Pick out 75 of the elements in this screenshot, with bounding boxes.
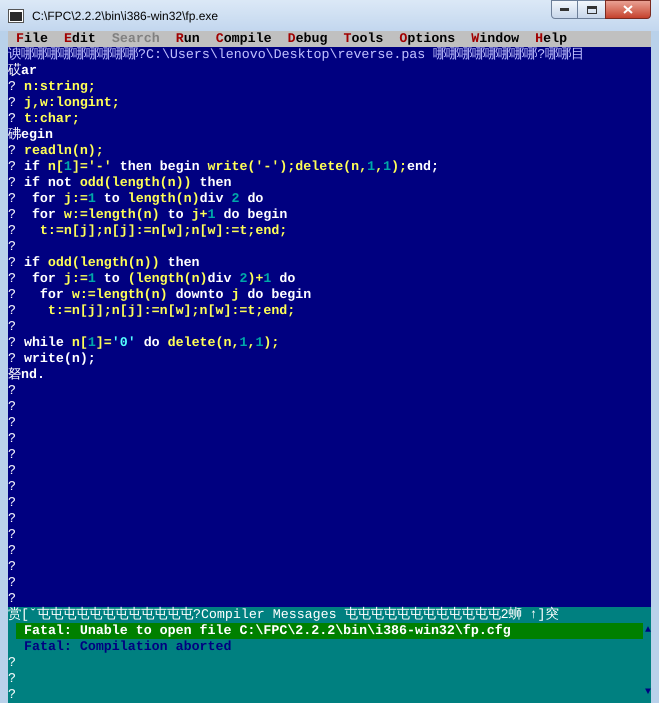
gutter-mark: ? (8, 655, 16, 671)
gutter-mark: ? (8, 223, 16, 239)
gutter-mark: ? (8, 271, 16, 287)
gutter-mark: ? (8, 511, 16, 527)
gutter-mark: ? (8, 143, 16, 159)
gutter-mark: ? (8, 207, 16, 223)
code-line: for w:=length(n) to j+1 do begin (30, 207, 288, 223)
code-line: j,w:longint; (22, 95, 120, 111)
gutter-mark: ? (8, 159, 16, 175)
gutter-mark: ? (8, 431, 16, 447)
menu-item[interactable]: Compile (216, 31, 272, 47)
code-line: ar (21, 63, 37, 79)
messages-title: 赏[ˇ屯屯屯屯屯屯屯屯屯屯屯屯?Compiler Messages 屯屯屯屯屯屯屯屯屯屯屯屯2蛳 ↑]突 (8, 607, 560, 623)
menu-item[interactable]: Options (399, 31, 456, 47)
window-title: C:\FPC\2.2.2\bin\i386-win32\fp.exe (32, 8, 218, 24)
menu-item[interactable]: Run (176, 31, 200, 47)
gutter-mark: 砩 (8, 127, 21, 143)
code-line: write(n); (22, 351, 96, 367)
gutter-mark: ? (8, 575, 16, 591)
gutter-mark: ? (8, 527, 16, 543)
gutter-mark: ? (8, 559, 16, 575)
menu-item[interactable]: Window (471, 31, 520, 47)
gutter-mark: 砮 (8, 367, 21, 383)
menu-item[interactable]: Debug (288, 31, 328, 47)
code-line: for j:=1 to (length(n)div 2)+1 do (30, 271, 296, 287)
gutter-mark: ? (8, 175, 16, 191)
gutter-mark: ? (8, 671, 16, 687)
code-line: if n[1]='-' then begin write('-');delete(n,1,1);end; (22, 159, 439, 175)
gutter-mark: 砹 (8, 63, 21, 79)
gutter-mark: ? (8, 351, 16, 367)
code-line: readln(n); (22, 143, 104, 159)
gutter-mark: ? (8, 111, 16, 127)
gutter-mark: ? (8, 95, 16, 111)
editor-title: 谀哪哪哪哪哪哪哪哪哪?C:\Users\lenovo\Desktop\reverse.pas 哪哪哪哪哪哪哪哪?哪哪目 (8, 47, 586, 63)
close-button[interactable] (605, 0, 651, 19)
minimize-button[interactable] (551, 0, 578, 19)
gutter-mark: ? (8, 543, 16, 559)
maximize-button[interactable] (578, 0, 605, 19)
message-row[interactable]: Fatal: Unable to open file C:\FPC\2.2.2\bin\i386-win32\fp.cfg (16, 623, 643, 639)
gutter-mark: ? (8, 79, 16, 95)
gutter-mark: ? (8, 255, 16, 271)
code-line: while n[1]='0' do delete(n,1,1); (22, 335, 280, 351)
gutter-mark: ? (8, 591, 16, 607)
gutter-mark: ? (8, 415, 16, 431)
console-icon (8, 8, 24, 22)
gutter-mark: ? (8, 383, 16, 399)
code-line: egin (21, 127, 53, 143)
gutter-mark: ? (8, 495, 16, 511)
gutter-mark: ? (8, 335, 16, 351)
code-line: for w:=length(n) downto j do begin (38, 287, 312, 303)
menu-item[interactable]: Help (535, 31, 568, 47)
code-line: nd. (21, 367, 45, 383)
code-line: t:char; (22, 111, 80, 127)
code-line: n:string; (22, 79, 96, 95)
maximize-icon (586, 6, 596, 14)
code-line: if odd(length(n)) then (22, 255, 200, 271)
gutter-mark: ? (8, 239, 16, 255)
code-line: for j:=1 to length(n)div 2 do (30, 191, 264, 207)
minimize-icon (560, 8, 569, 11)
gutter-mark: ? (8, 399, 16, 415)
gutter-mark: ? (8, 303, 16, 319)
code-line: if not odd(length(n)) then (22, 175, 232, 191)
menu-item[interactable]: Tools (344, 31, 384, 47)
close-icon (623, 5, 633, 14)
code-line: t:=n[j];n[j]:=n[w];n[w]:=t;end; (46, 303, 296, 319)
gutter-mark: ? (8, 479, 16, 495)
gutter-mark: ? (8, 287, 16, 303)
code-line: t:=n[j];n[j]:=n[w];n[w]:=t;end; (38, 223, 288, 239)
gutter-mark: ? (8, 687, 16, 703)
menu-item[interactable]: File (16, 31, 48, 47)
menu-item[interactable]: Edit (64, 31, 96, 47)
gutter-mark: ? (8, 463, 16, 479)
gutter-mark: ? (8, 447, 16, 463)
gutter-mark: ? (8, 319, 16, 335)
gutter-mark: ? (8, 191, 16, 207)
